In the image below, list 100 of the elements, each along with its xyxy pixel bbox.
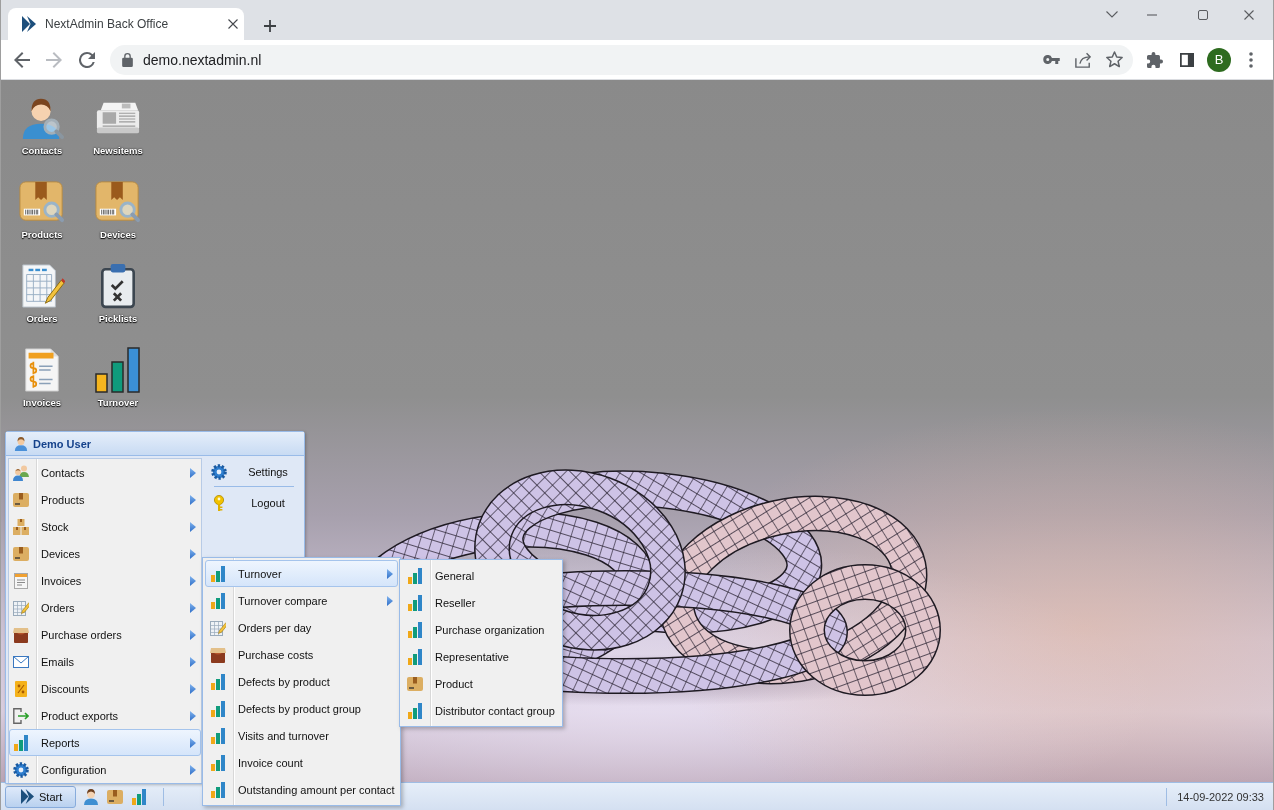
sidebar-icon[interactable]: [1180, 52, 1194, 67]
menu-item[interactable]: Turnover compare: [205, 587, 398, 614]
menu-item[interactable]: Logout: [207, 489, 297, 516]
submenu-arrow-icon: [190, 494, 196, 505]
gear-icon: [13, 761, 29, 778]
menu-item[interactable]: Invoices: [9, 567, 201, 594]
bar-chart-icon: [210, 700, 226, 717]
menu-item[interactable]: Product: [402, 670, 560, 697]
bar-chart-icon: [407, 702, 423, 719]
chevron-down-icon[interactable]: [1106, 11, 1118, 18]
close-icon[interactable]: [1244, 9, 1254, 20]
menu-item[interactable]: Distributor contact group: [402, 697, 560, 724]
taskbar-clock: 14-09-2022 09:33: [1177, 790, 1264, 803]
menu-item[interactable]: Purchase costs: [205, 641, 398, 668]
logo-icon: [22, 16, 36, 32]
menu-item[interactable]: Stock: [9, 513, 201, 540]
stacked-boxes-icon: [13, 518, 29, 535]
bar-chart-icon: [210, 781, 226, 798]
user-name: Demo User: [33, 437, 92, 450]
menu-item[interactable]: Defects by product: [205, 668, 398, 695]
menu-item[interactable]: Turnover: [205, 560, 398, 587]
bar-chart-icon: [210, 565, 226, 582]
back-arrow-icon[interactable]: [14, 51, 30, 68]
menu-item[interactable]: Outstanding amount per contact: [205, 776, 398, 803]
bar-chart-icon: [210, 727, 226, 744]
submenu-arrow-icon: [190, 521, 196, 532]
open-box-icon: [210, 646, 226, 663]
door-arrow-icon: [13, 707, 29, 724]
submenu-arrow-icon: [190, 548, 196, 559]
profile-avatar[interactable]: B: [1207, 47, 1231, 72]
bar-chart-icon: [407, 621, 423, 638]
menu-icon[interactable]: [1249, 51, 1253, 68]
logo-icon: [21, 789, 34, 804]
menu-item[interactable]: Product exports: [9, 702, 201, 729]
box-icon[interactable]: [107, 788, 123, 805]
lock-icon: [122, 52, 133, 67]
bar-chart-icon: [407, 594, 423, 611]
menu-item[interactable]: Configuration: [9, 756, 201, 783]
people-icon: [13, 464, 29, 481]
menu-item[interactable]: Reports: [9, 729, 201, 756]
menu-item[interactable]: Invoice count: [205, 749, 398, 776]
person-icon[interactable]: [83, 788, 99, 805]
tag-icon: [15, 680, 27, 697]
box-magnifier-icon: [19, 179, 65, 225]
menu-item[interactable]: Contacts: [9, 459, 201, 486]
menu-item[interactable]: Emails: [9, 648, 201, 675]
submenu-arrow-icon: [190, 575, 196, 586]
user-icon: [14, 436, 28, 451]
box-magnifier-icon: [95, 179, 141, 225]
menu-item[interactable]: Devices: [9, 540, 201, 567]
menu-item[interactable]: Defects by product group: [205, 695, 398, 722]
key-icon: [213, 494, 225, 511]
bar-chart-icon: [407, 648, 423, 665]
box-icon: [13, 545, 29, 562]
bar-chart-icon: [210, 673, 226, 690]
document-icon: [14, 572, 28, 589]
address-bar[interactable]: demo.nextadmin.nl: [110, 44, 1133, 75]
star-icon[interactable]: [1106, 51, 1123, 68]
submenu-arrow-icon: [190, 737, 196, 748]
browser-tab[interactable]: NextAdmin Back Office: [8, 8, 244, 40]
maximize-icon[interactable]: [1198, 9, 1208, 20]
submenu-arrow-icon: [190, 710, 196, 721]
box-icon: [407, 675, 423, 692]
bar-chart-icon: [13, 734, 29, 751]
submenu-arrow-icon: [190, 467, 196, 478]
menu-item[interactable]: Reseller: [402, 589, 560, 616]
menu-item[interactable]: Settings: [207, 458, 297, 485]
spreadsheet-pencil-icon: [19, 263, 65, 309]
bar-chart-icon[interactable]: [131, 788, 147, 805]
spreadsheet-pencil-icon: [13, 599, 29, 616]
share-icon[interactable]: [1075, 51, 1091, 68]
submenu-arrow-icon: [387, 595, 393, 606]
box-icon: [13, 491, 29, 508]
new-tab-icon[interactable]: [264, 20, 276, 32]
close-icon[interactable]: [228, 19, 238, 29]
reload-icon[interactable]: [79, 51, 95, 68]
submenu-arrow-icon: [190, 629, 196, 640]
submenu-arrow-icon: [190, 764, 196, 775]
menu-item[interactable]: General: [402, 562, 560, 589]
bar-chart-icon: [210, 592, 226, 609]
key-icon[interactable]: [1043, 55, 1060, 64]
bar-chart-icon: [407, 567, 423, 584]
gear-icon: [211, 463, 227, 480]
menu-item[interactable]: Purchase organization: [402, 616, 560, 643]
menu-item[interactable]: Visits and turnover: [205, 722, 398, 749]
bar-chart-icon: [210, 754, 226, 771]
menu-item[interactable]: Products: [9, 486, 201, 513]
bar-chart-icon: [95, 347, 141, 393]
menu-item[interactable]: Orders per day: [205, 614, 398, 641]
menu-item[interactable]: Representative: [402, 643, 560, 670]
puzzle-icon[interactable]: [1147, 51, 1163, 68]
start-button[interactable]: Start: [5, 785, 76, 808]
spreadsheet-pencil-icon: [210, 619, 226, 636]
submenu-arrow-icon: [387, 568, 393, 579]
menu-item[interactable]: Orders: [9, 594, 201, 621]
submenu-arrow-icon: [190, 602, 196, 613]
menu-item[interactable]: Purchase orders: [9, 621, 201, 648]
envelope-icon: [13, 653, 29, 670]
menu-item[interactable]: Discounts: [9, 675, 201, 702]
open-box-icon: [13, 626, 29, 643]
